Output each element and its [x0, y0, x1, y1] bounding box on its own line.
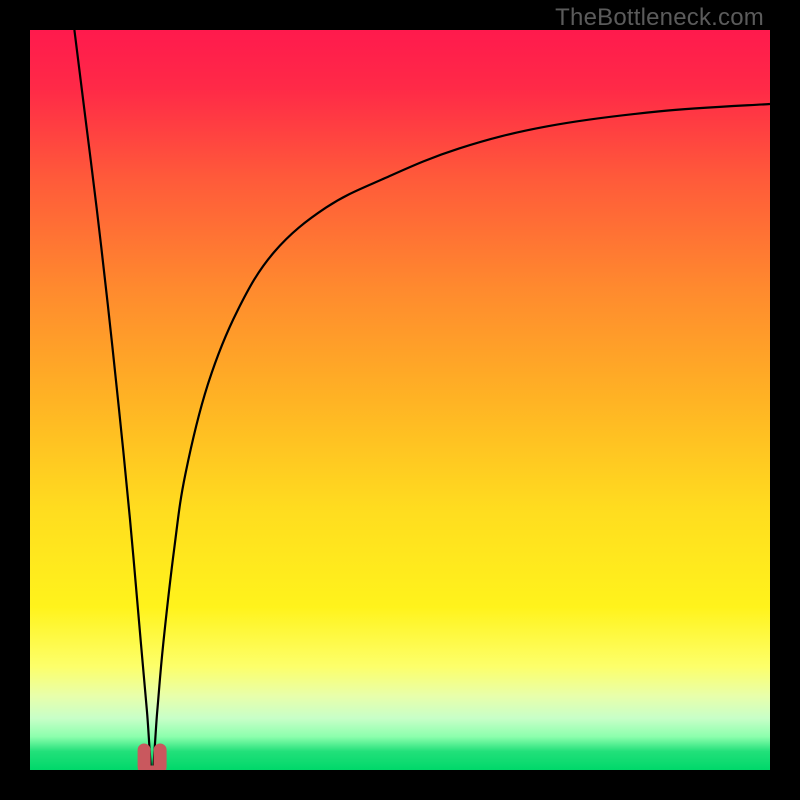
watermark-text: TheBottleneck.com	[555, 4, 764, 32]
gradient-background	[30, 30, 770, 770]
chart-svg	[30, 30, 770, 770]
chart-plot-area	[30, 30, 770, 770]
chart-outer-frame: TheBottleneck.com	[0, 0, 800, 800]
